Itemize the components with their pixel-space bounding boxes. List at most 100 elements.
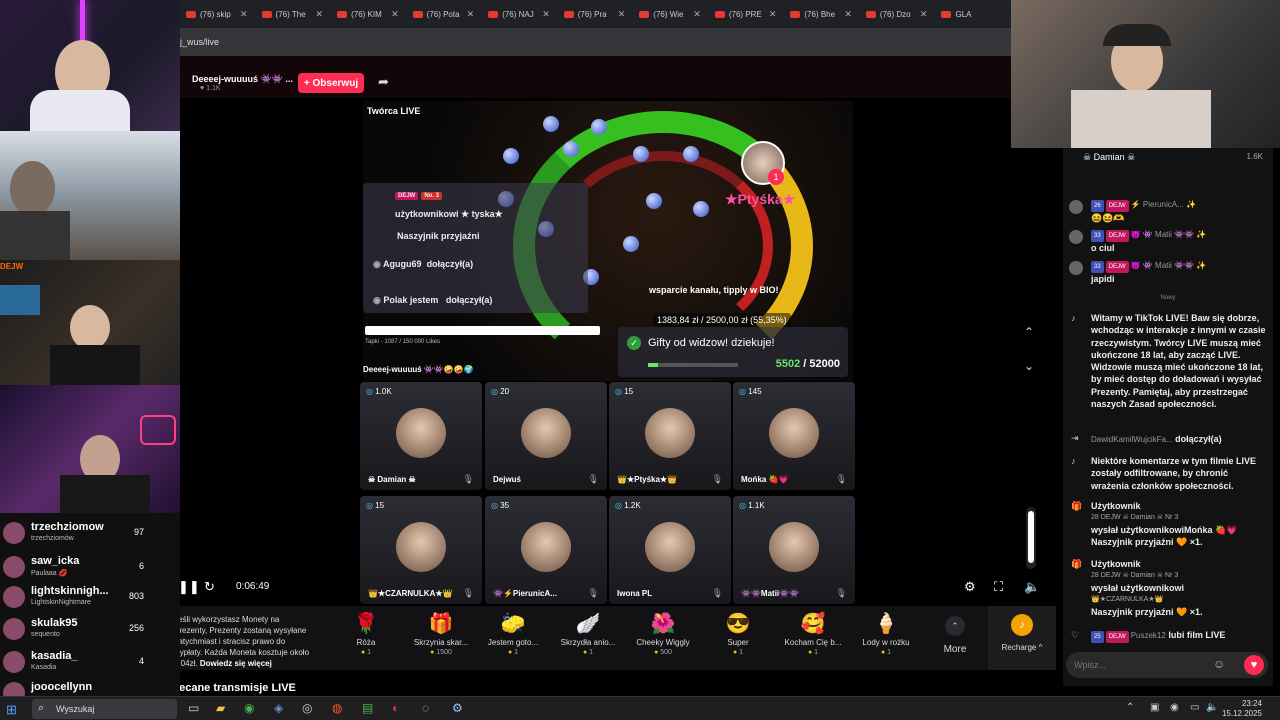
close-icon[interactable]: ✕ bbox=[542, 9, 550, 20]
chat-text: japidi bbox=[1091, 274, 1115, 284]
recharge-button[interactable]: ♪ Recharge ^ bbox=[988, 606, 1056, 670]
gift-item[interactable]: 🍦 Lody w rożku 1 bbox=[850, 612, 922, 656]
gift-name: Super bbox=[727, 638, 749, 647]
chrome-icon[interactable]: ◉ bbox=[244, 701, 254, 715]
discord-icon[interactable]: ◈ bbox=[274, 701, 283, 715]
browser-tab[interactable]: (76) NAJ ✕ bbox=[482, 3, 556, 25]
browser-tab[interactable]: GLA bbox=[935, 3, 1009, 25]
chat-username[interactable]: ⚡ PierunicA... ✨ bbox=[1131, 200, 1196, 209]
excel-icon[interactable]: ▤ bbox=[362, 701, 373, 715]
refresh-icon[interactable]: ↻ bbox=[204, 579, 215, 595]
sidebar-item[interactable]: saw_icka Paulaaa 💋 6 bbox=[0, 552, 180, 586]
emoji-icon[interactable]: ☺ bbox=[1213, 657, 1225, 671]
streamer-name[interactable]: Deeeej-wuuuuś 👾👾 ... bbox=[192, 74, 293, 85]
guest-tile[interactable]: 15 👑★Ptyśka★👑 🎙 bbox=[609, 382, 731, 490]
browser-tab[interactable]: (76) Pra ✕ bbox=[558, 3, 632, 25]
settings-icon[interactable]: ⚙ bbox=[964, 579, 976, 595]
url-text: j_wus/live bbox=[180, 37, 220, 47]
goal-amount: 1383,84 zł / 2500,00 zł (55,35%) bbox=[653, 313, 791, 327]
gift-message-2: Użytkownik 28 DEJW ☠ Damian ☠ Nr 3 wysła… bbox=[1091, 559, 1203, 617]
avatar bbox=[3, 618, 25, 640]
sidebar-item[interactable]: trzechziomow trzechziomów 97 bbox=[0, 518, 180, 552]
gift-item[interactable]: 🌹 Róża 1 bbox=[330, 612, 402, 656]
close-icon[interactable]: ✕ bbox=[618, 9, 626, 20]
chat-username[interactable]: 😈 👾 Matii 👾👾 ✨ bbox=[1131, 261, 1207, 270]
browser-tab[interactable]: (76) Dzo ✕ bbox=[860, 3, 934, 25]
like-heart-button[interactable]: ♥ bbox=[1244, 655, 1264, 675]
speaker-icon[interactable]: 🔈 bbox=[1206, 702, 1218, 713]
close-icon[interactable]: ✕ bbox=[693, 9, 701, 20]
gift-item[interactable]: 😎 Super 1 bbox=[702, 612, 774, 656]
chat-username[interactable]: 😈 👾 Matii 👾👾 ✨ bbox=[1131, 230, 1207, 239]
gift-icon: 🎁 bbox=[1071, 501, 1083, 511]
guest-tile[interactable]: 35 👾⚡PierunicA... 🎙 bbox=[485, 496, 607, 604]
pause-icon[interactable]: ❚❚ bbox=[178, 579, 200, 595]
sidebar-item[interactable]: kasadia_ Kasadia 4 bbox=[0, 647, 180, 681]
browser-tab[interactable]: (76) KIM ✕ bbox=[331, 3, 405, 25]
browser-tab[interactable]: (76) skip ✕ bbox=[180, 3, 254, 25]
close-icon[interactable]: ✕ bbox=[920, 9, 928, 20]
clock[interactable]: 23:24 15.12.2025 bbox=[1222, 699, 1262, 719]
windows-start-icon[interactable]: ⊞ bbox=[6, 702, 17, 718]
sidebar-item[interactable]: skulak95 sequento 256 bbox=[0, 614, 180, 648]
viewer-count: 4 bbox=[138, 656, 144, 666]
close-icon[interactable]: ✕ bbox=[844, 9, 852, 20]
tray-chevron-icon[interactable]: ⌃ bbox=[1126, 702, 1134, 713]
webcam-3: DEJW bbox=[0, 260, 180, 385]
close-icon[interactable]: ✕ bbox=[391, 9, 399, 20]
address-bar[interactable]: j_wus/live bbox=[180, 28, 1011, 56]
join-user[interactable]: DawidKamilWujcikFa... bbox=[1091, 435, 1173, 444]
close-icon[interactable]: ✕ bbox=[467, 9, 475, 20]
gift-item[interactable]: 🪽 Skrzydła anio... 1 bbox=[552, 612, 624, 656]
channel-sub: Paulaaa 💋 bbox=[31, 570, 68, 577]
browser-tab[interactable]: (76) PRE ✕ bbox=[709, 3, 783, 25]
chevron-down-icon[interactable]: ⌄ bbox=[1024, 359, 1034, 373]
guest-tile[interactable]: 1.2K Iwona PL 🎙 bbox=[609, 496, 731, 604]
close-icon[interactable]: ✕ bbox=[316, 9, 324, 20]
folder-icon[interactable]: ▰ bbox=[216, 701, 225, 715]
follow-button[interactable]: + Obserwuj bbox=[298, 73, 364, 93]
guest-tile[interactable]: 145 Mońka 🍓💗 🎙 bbox=[733, 382, 855, 490]
fullscreen-icon[interactable]: ⛶ bbox=[994, 579, 1003, 595]
obs-icon[interactable]: ◌ bbox=[422, 701, 429, 715]
guest-tile[interactable]: 1.1K 👾👾Matii👾👾 🎙 bbox=[733, 496, 855, 604]
browser-tab[interactable]: (76) Wie ✕ bbox=[633, 3, 707, 25]
taskbar-search[interactable]: ⌕ Wyszukaj bbox=[32, 699, 177, 719]
chevron-up-icon[interactable]: ⌃ bbox=[1024, 325, 1034, 339]
app2-icon[interactable]: ◐ bbox=[392, 701, 399, 715]
network-icon[interactable]: ▭ bbox=[1190, 702, 1199, 713]
browser-tab[interactable]: (76) Bhe ✕ bbox=[784, 3, 858, 25]
gift-item[interactable]: 🎁 Skrzynia skar... 1500 bbox=[405, 612, 477, 656]
guest-tile[interactable]: 15 👑★CZARNULKA★👑 🎙 bbox=[360, 496, 482, 604]
browser-tab[interactable]: (76) Pota ✕ bbox=[407, 3, 481, 25]
youtube-icon bbox=[941, 10, 952, 18]
share-icon[interactable]: ➦ bbox=[378, 74, 389, 90]
guest-count: 1.0K bbox=[366, 387, 391, 396]
steam-icon[interactable]: ◎ bbox=[302, 701, 312, 715]
volume-icon[interactable]: 🔈 bbox=[1024, 579, 1040, 595]
app-icon[interactable]: ◍ bbox=[332, 701, 342, 715]
gift-item[interactable]: 🥰 Kocham Cię b... 1 bbox=[777, 612, 849, 656]
guest-tile[interactable]: 1.0K ☠ Damian ☠ 🎙 bbox=[360, 382, 482, 490]
sidebar-item[interactable]: lightskinnigh... LightskinNightmare 803 bbox=[0, 582, 180, 616]
guest-tile[interactable]: 20 Dejwuś 🎙 bbox=[485, 382, 607, 490]
close-icon[interactable]: ✕ bbox=[240, 9, 248, 20]
more-gifts-button[interactable]: ⌃ More bbox=[940, 616, 970, 655]
settings-app-icon[interactable]: ⚙ bbox=[452, 701, 463, 715]
gift-icon: 🌹 bbox=[353, 613, 379, 635]
chat-input[interactable] bbox=[1074, 658, 1214, 672]
task-view-icon[interactable]: ▭ bbox=[188, 701, 199, 715]
gift-goal-title: Gifty od widzow! dziekuje! bbox=[648, 337, 775, 349]
viewer-count: 256 bbox=[128, 623, 144, 633]
chat-message: 26 DEJW ⚡ PierunicA... ✨ 😆😆🫶 bbox=[1091, 198, 1269, 224]
learn-more-link[interactable]: Dowiedz się więcej bbox=[200, 659, 272, 668]
close-icon[interactable]: ✕ bbox=[769, 9, 777, 20]
volume-slider[interactable] bbox=[1026, 507, 1036, 569]
gift-item[interactable]: 🌺 Cheeky Wiggly 500 bbox=[627, 612, 699, 656]
live-video[interactable]: Twórca LIVE DEJW No. 3 użytkownikowi ★ ty… bbox=[363, 101, 853, 381]
browser-tab[interactable]: (76) The ✕ bbox=[256, 3, 330, 25]
gift-item[interactable]: 🧽 Jestem goto... 1 bbox=[477, 612, 549, 656]
tray-app-icon[interactable]: ▣ bbox=[1150, 702, 1159, 713]
tray-app2-icon[interactable]: ◉ bbox=[1170, 702, 1179, 713]
coins-info: Jeśli wykorzystasz Monety na Prezenty, P… bbox=[174, 615, 310, 668]
